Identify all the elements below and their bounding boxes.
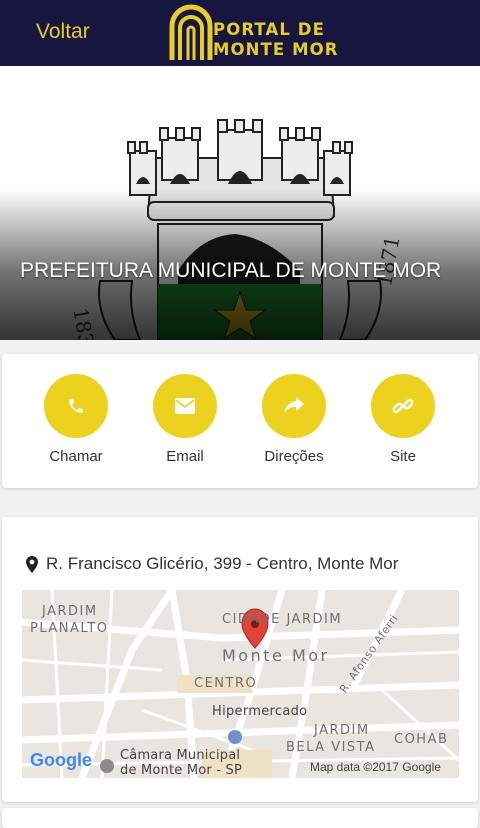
logo-line-1: PORTAL DE bbox=[213, 20, 325, 39]
map-label-camara-1: Câmara Municipal bbox=[120, 748, 241, 763]
email-button[interactable]: Email bbox=[140, 374, 230, 465]
map-label-cohab: COHAB bbox=[394, 732, 449, 747]
phone-icon bbox=[69, 399, 83, 413]
share-arrow-icon bbox=[284, 397, 304, 414]
page-title: PREFEITURA MUNICIPAL DE MONTE MOR bbox=[20, 259, 442, 282]
site-button[interactable]: Site bbox=[358, 374, 448, 465]
map-marker-icon bbox=[26, 555, 38, 573]
link-icon bbox=[393, 398, 413, 414]
back-button[interactable]: Voltar bbox=[36, 20, 90, 44]
map-label-monte-mor: Monte Mor bbox=[222, 646, 330, 665]
next-card bbox=[2, 808, 478, 828]
map-label-jardim-bela-vista-2: BELA VISTA bbox=[286, 740, 376, 755]
hero-image: 1832 1871 PREFEITURA MUNICIPAL DE MONTE … bbox=[0, 66, 480, 340]
site-circle[interactable] bbox=[371, 374, 435, 438]
map-label-hipermercado: Hipermercado bbox=[212, 704, 308, 719]
directions-button[interactable]: Direções bbox=[249, 374, 339, 465]
call-button[interactable]: Chamar bbox=[31, 374, 121, 465]
map-label-jardim-bela-vista-1: JARDIM bbox=[314, 723, 370, 738]
map-attribution: Map data ©2017 Google bbox=[310, 760, 441, 774]
call-label: Chamar bbox=[49, 448, 103, 465]
address-row: R. Francisco Glicério, 399 - Centro, Mon… bbox=[26, 554, 398, 574]
directions-label: Direções bbox=[264, 448, 324, 465]
logo-line-2: MONTE MOR bbox=[213, 40, 339, 59]
map-label-camara-2: de Monte Mor - SP bbox=[120, 763, 242, 778]
call-circle[interactable] bbox=[44, 374, 108, 438]
portal-arch-logo-icon bbox=[169, 4, 213, 60]
map-label-jardim-planalto-2: PLANALTO bbox=[30, 621, 109, 636]
map-label-cidade-jardim: CIDADE JARDIM bbox=[222, 612, 343, 627]
address-card: R. Francisco Glicério, 399 - Centro, Mon… bbox=[2, 517, 478, 802]
envelope-icon bbox=[175, 398, 195, 414]
email-circle[interactable] bbox=[153, 374, 217, 438]
directions-circle[interactable] bbox=[262, 374, 326, 438]
map-label-jardim-planalto-1: JARDIM bbox=[42, 604, 98, 619]
top-app-bar: Voltar PORTAL DE MONTE MOR bbox=[0, 0, 480, 66]
map-label-centro: CENTRO bbox=[194, 676, 258, 691]
address-text: R. Francisco Glicério, 399 - Centro, Mon… bbox=[46, 554, 399, 573]
google-logo: Google bbox=[30, 750, 92, 770]
portal-logo-text: PORTAL DE MONTE MOR bbox=[213, 20, 339, 60]
hero-gradient-overlay bbox=[0, 66, 480, 340]
site-label: Site bbox=[390, 448, 416, 465]
actions-card: Chamar Email Direções Site bbox=[2, 354, 478, 488]
location-map[interactable]: JARDIM PLANALTO CIDADE JARDIM Monte Mor … bbox=[22, 590, 459, 778]
email-label: Email bbox=[166, 448, 204, 465]
